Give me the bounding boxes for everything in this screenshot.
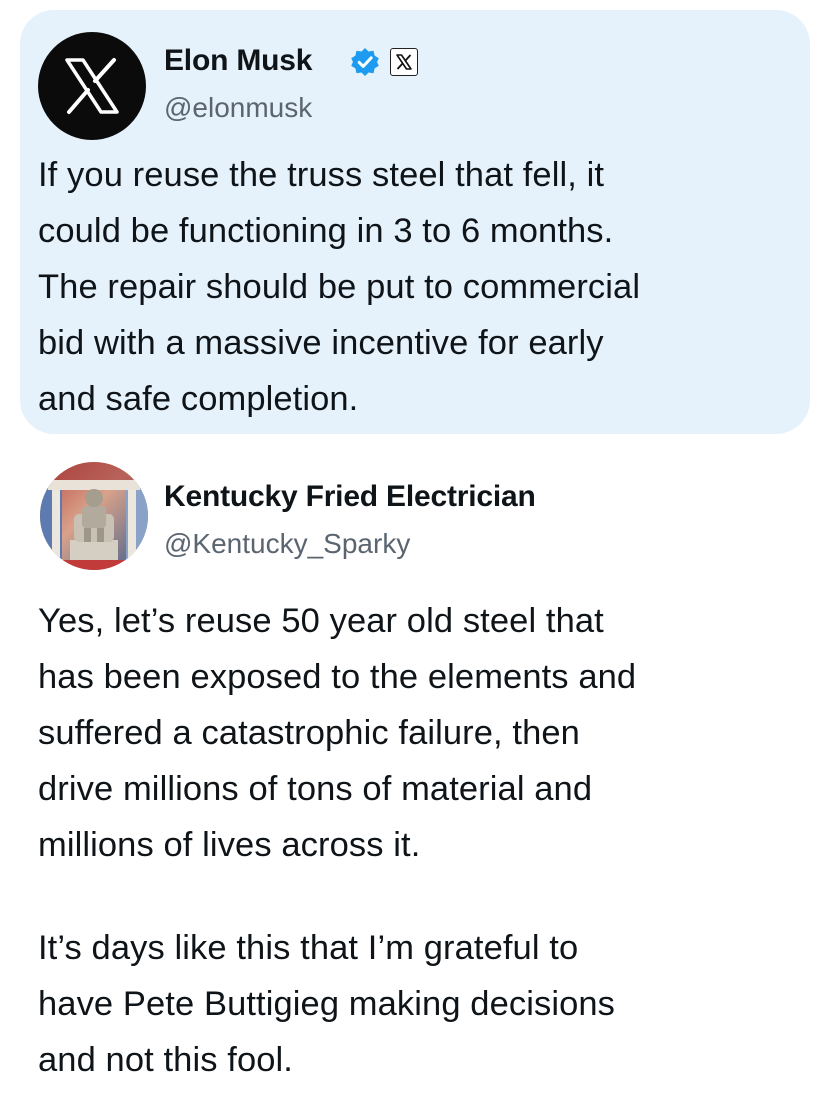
x-affiliate-badge-icon [390, 48, 418, 76]
quoted-author-handle[interactable]: @elonmusk [164, 92, 312, 124]
quoted-tweet-card[interactable]: Elon Musk @elonmusk If you reuse the tru… [20, 10, 810, 434]
reply-author-avatar[interactable] [40, 462, 148, 570]
quoted-tweet-text: If you reuse the truss steel that fell, … [38, 156, 641, 418]
x-logo-icon [65, 58, 119, 114]
reply-author-handle[interactable]: @Kentucky_Sparky [164, 528, 410, 560]
reply-author-name[interactable]: Kentucky Fried Electrician [164, 480, 536, 514]
verified-badge-icon [351, 48, 379, 76]
lincoln-memorial-avatar [40, 462, 148, 570]
x-logo-avatar[interactable] [38, 32, 146, 140]
reply-tweet-text-paragraph-2: It’s days like this that I’m grateful to… [38, 929, 616, 1079]
quoted-author-name[interactable]: Elon Musk [164, 44, 312, 78]
reply-tweet-text-paragraph-1: Yes, let’s reuse 50 year old steel that … [38, 602, 637, 864]
